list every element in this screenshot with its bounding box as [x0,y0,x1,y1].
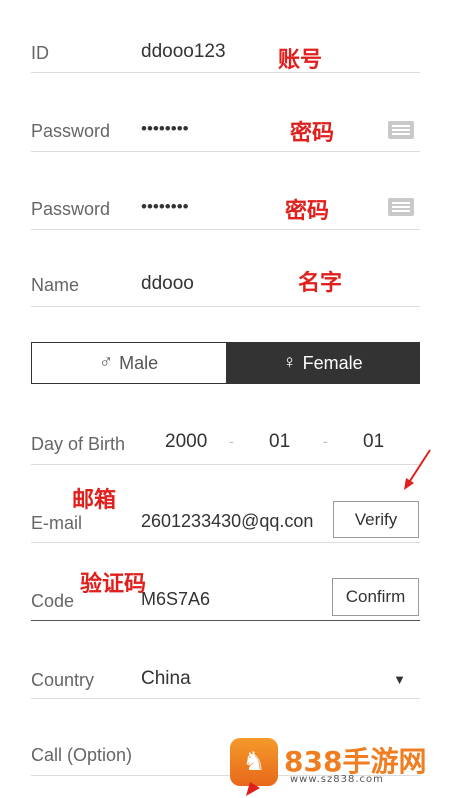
id-annotation: 账号 [278,47,323,73]
id-value[interactable]: ddooo123 [141,41,226,63]
code-label: Code [31,591,75,611]
dragon-logo-icon: ♞ [230,738,278,786]
password-annotation: 密码 [290,120,335,146]
gender-female-button[interactable]: ♀ Female [226,343,419,383]
code-input[interactable]: M6S7A6 [141,589,210,610]
dob-label: Day of Birth [31,434,126,454]
password-confirm-annotation: 密码 [285,198,330,224]
arrow-icon [246,782,260,796]
gender-toggle[interactable]: ♂ Male ♀ Female [31,342,420,384]
dob-separator: - [229,433,234,449]
dob-separator: - [323,433,328,449]
password-confirm-label: Password [31,199,111,219]
gender-female-label: Female [302,352,363,373]
verify-button[interactable]: Verify [333,501,419,538]
call-label: Call (Option) [31,745,133,765]
gender-male-button[interactable]: ♂ Male [32,343,225,383]
dob-row[interactable]: Day of Birth 2000 - 01 - 01 [31,422,420,465]
chevron-down-icon[interactable]: ▼ [393,672,406,687]
male-icon: ♂ [98,352,114,373]
password-confirm-value[interactable]: •••••••• [141,197,189,217]
keyboard-icon[interactable] [388,198,414,216]
name-value[interactable]: ddooo [141,273,194,295]
confirm-button[interactable]: Confirm [332,578,419,616]
watermark-url: www.sz838.com [290,774,384,785]
arrow-icon [404,449,431,490]
email-input[interactable]: 2601233430@qq.con [141,511,313,532]
email-label: E-mail [31,513,83,533]
name-row[interactable]: Name ddooo [31,264,420,307]
id-label: ID [31,43,49,63]
country-select[interactable]: China [141,668,191,690]
country-label: Country [31,670,95,690]
female-icon: ♀ [282,352,297,373]
password-row[interactable]: Password •••••••• [31,110,420,152]
country-row[interactable]: Country China ▼ [31,658,420,699]
id-row[interactable]: ID ddooo123 [31,30,420,73]
password-label: Password [31,121,111,141]
dob-year[interactable]: 2000 [165,431,207,453]
name-annotation: 名字 [298,270,343,296]
password-value[interactable]: •••••••• [141,119,189,139]
password-confirm-row[interactable]: Password •••••••• [31,188,420,230]
dob-month[interactable]: 01 [269,431,290,453]
dob-day[interactable]: 01 [363,431,384,453]
name-label: Name [31,275,80,295]
gender-male-label: Male [119,352,159,373]
keyboard-icon[interactable] [388,121,414,139]
